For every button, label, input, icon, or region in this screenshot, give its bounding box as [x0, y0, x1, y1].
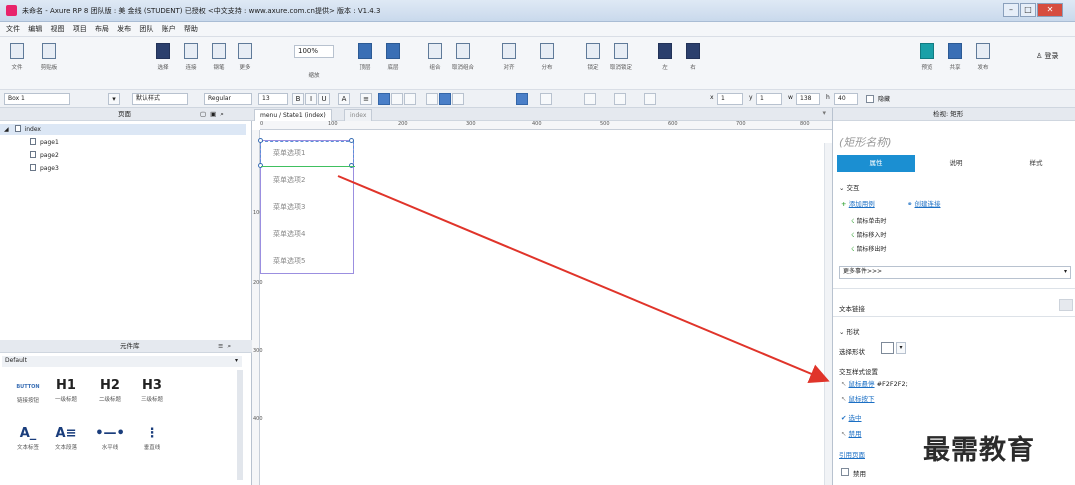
watermark-text: 最需教育	[923, 435, 1035, 466]
annotation-arrow	[337, 175, 830, 384]
